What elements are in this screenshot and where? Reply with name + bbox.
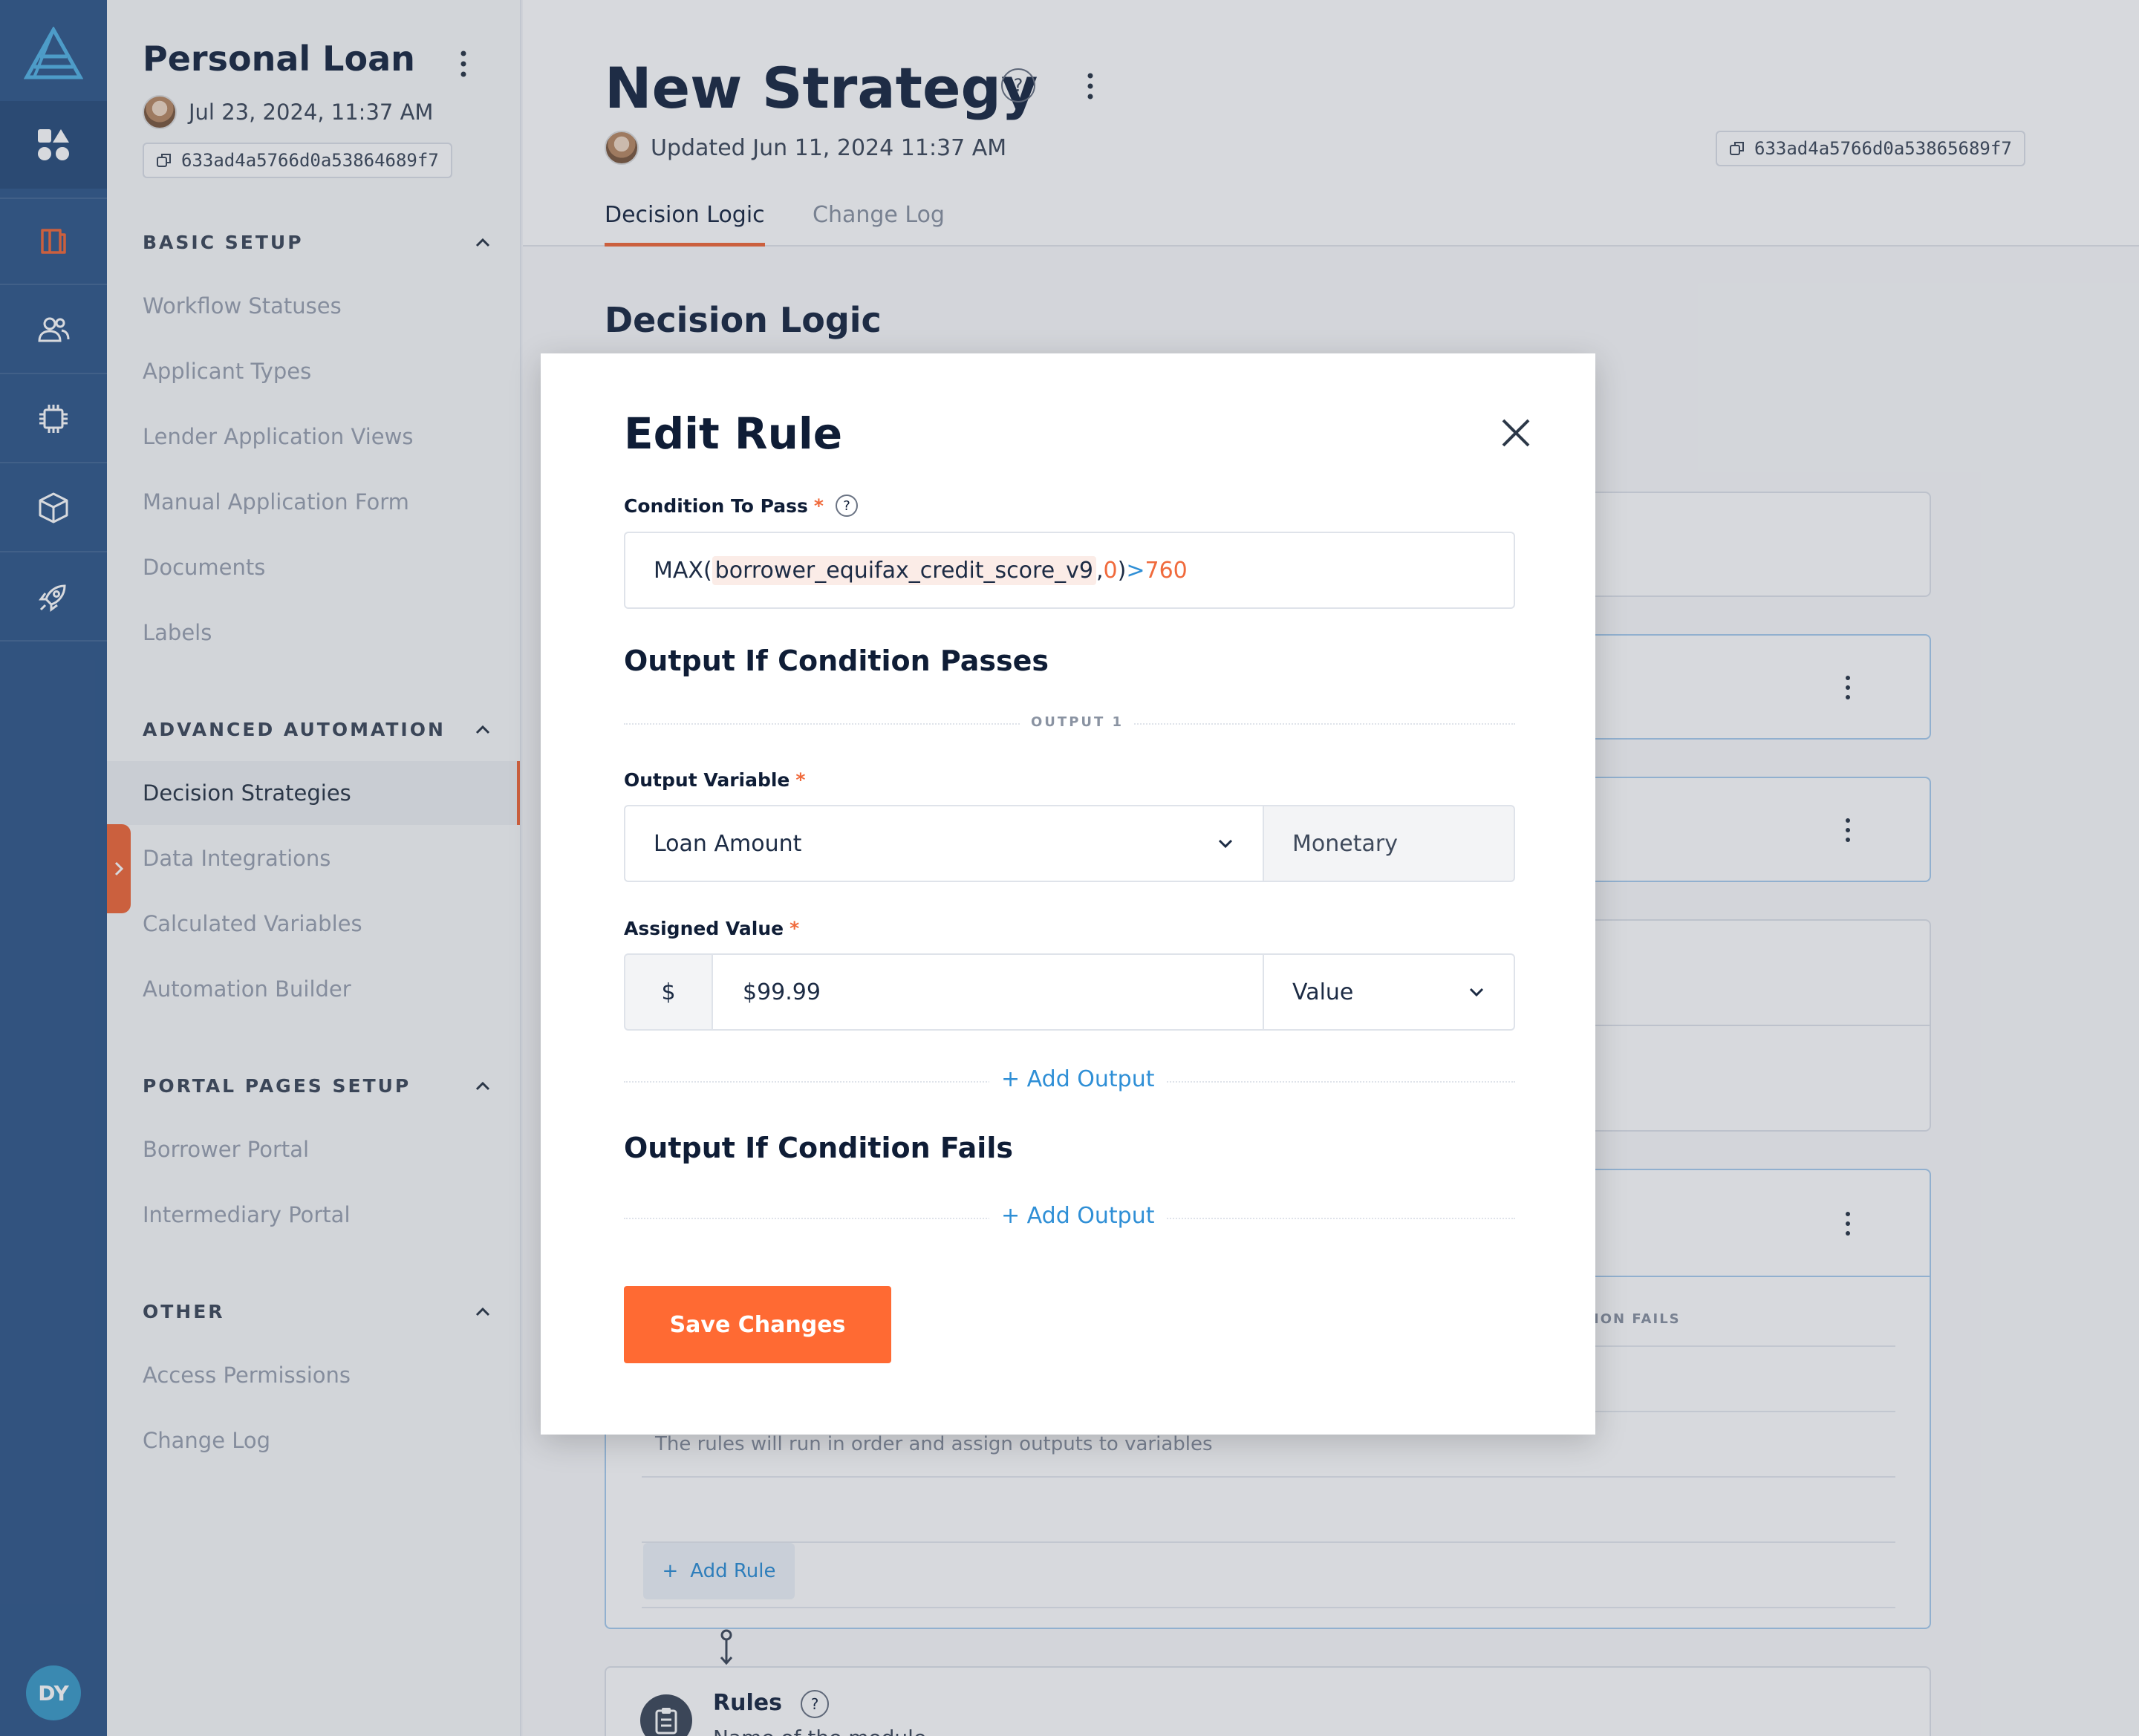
output-variable-label: Output Variable * bbox=[624, 769, 806, 791]
currency-prefix: $ bbox=[624, 953, 713, 1031]
add-output-fail-button[interactable]: + Add Output bbox=[989, 1203, 1167, 1229]
output-type-field: Monetary bbox=[1263, 805, 1515, 882]
condition-input[interactable]: MAX(borrower_equifax_credit_score_v9, 0) >… bbox=[624, 532, 1515, 609]
add-output-button[interactable]: + Add Output bbox=[989, 1066, 1167, 1092]
app-root: DY Personal Loan Jul 23, 2024, 11:37 AM … bbox=[0, 0, 2139, 1736]
pass-heading: Output If Condition Passes bbox=[624, 645, 1049, 677]
chevron-down-icon bbox=[1218, 839, 1233, 849]
output-variable-select[interactable]: Loan Amount bbox=[624, 805, 1264, 882]
chevron-down-icon bbox=[1469, 988, 1484, 997]
modal-title: Edit Rule bbox=[624, 408, 843, 459]
value-mode-value: Value bbox=[1292, 979, 1354, 1005]
fail-heading: Output If Condition Fails bbox=[624, 1132, 1013, 1164]
output-divider-label: OUTPUT 1 bbox=[1020, 714, 1135, 730]
close-icon[interactable] bbox=[1499, 416, 1533, 450]
assigned-value-label: Assigned Value * bbox=[624, 918, 800, 939]
value-mode-select[interactable]: Value bbox=[1263, 953, 1515, 1031]
help-icon[interactable]: ? bbox=[835, 495, 858, 517]
edit-rule-modal: Edit Rule Condition To Pass * ? MAX(borro… bbox=[541, 353, 1595, 1435]
condition-label: Condition To Pass * ? bbox=[624, 495, 858, 517]
assigned-value-input[interactable]: $99.99 bbox=[712, 953, 1264, 1031]
output-variable-value: Loan Amount bbox=[654, 830, 802, 857]
save-changes-button[interactable]: Save Changes bbox=[624, 1286, 891, 1363]
condition-variable: borrower_equifax_credit_score_v9 bbox=[712, 555, 1096, 585]
